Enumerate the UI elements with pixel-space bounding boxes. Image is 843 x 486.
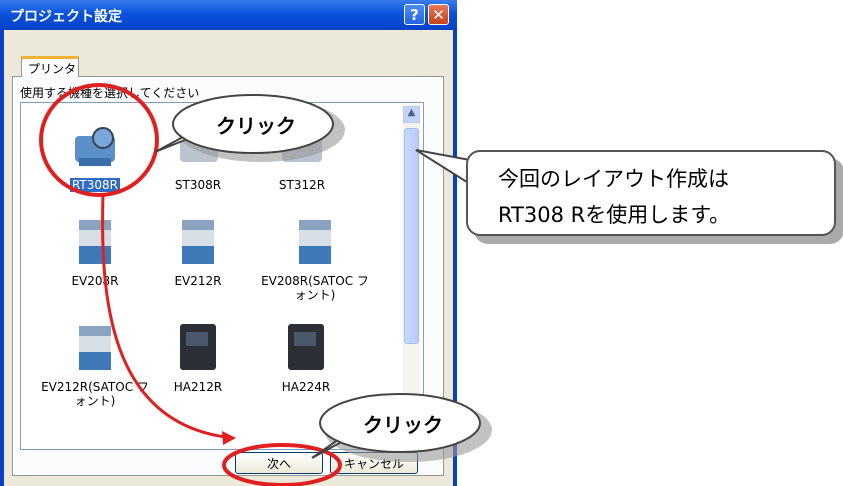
note-pointer bbox=[415, 149, 471, 186]
highlight-circle-rt308r bbox=[39, 83, 159, 197]
click-label-top: クリック bbox=[216, 114, 296, 138]
arrow-path bbox=[101, 193, 226, 439]
arrow-head-icon bbox=[222, 431, 236, 445]
note-line-2: RT308 Rを使用します。 bbox=[498, 203, 731, 227]
click-label-bottom: クリック bbox=[363, 413, 443, 437]
note-line-1: 今回のレイアウト作成は bbox=[498, 167, 729, 191]
note-callout: 今回のレイアウト作成は RT308 Rを使用します。 bbox=[466, 150, 836, 236]
